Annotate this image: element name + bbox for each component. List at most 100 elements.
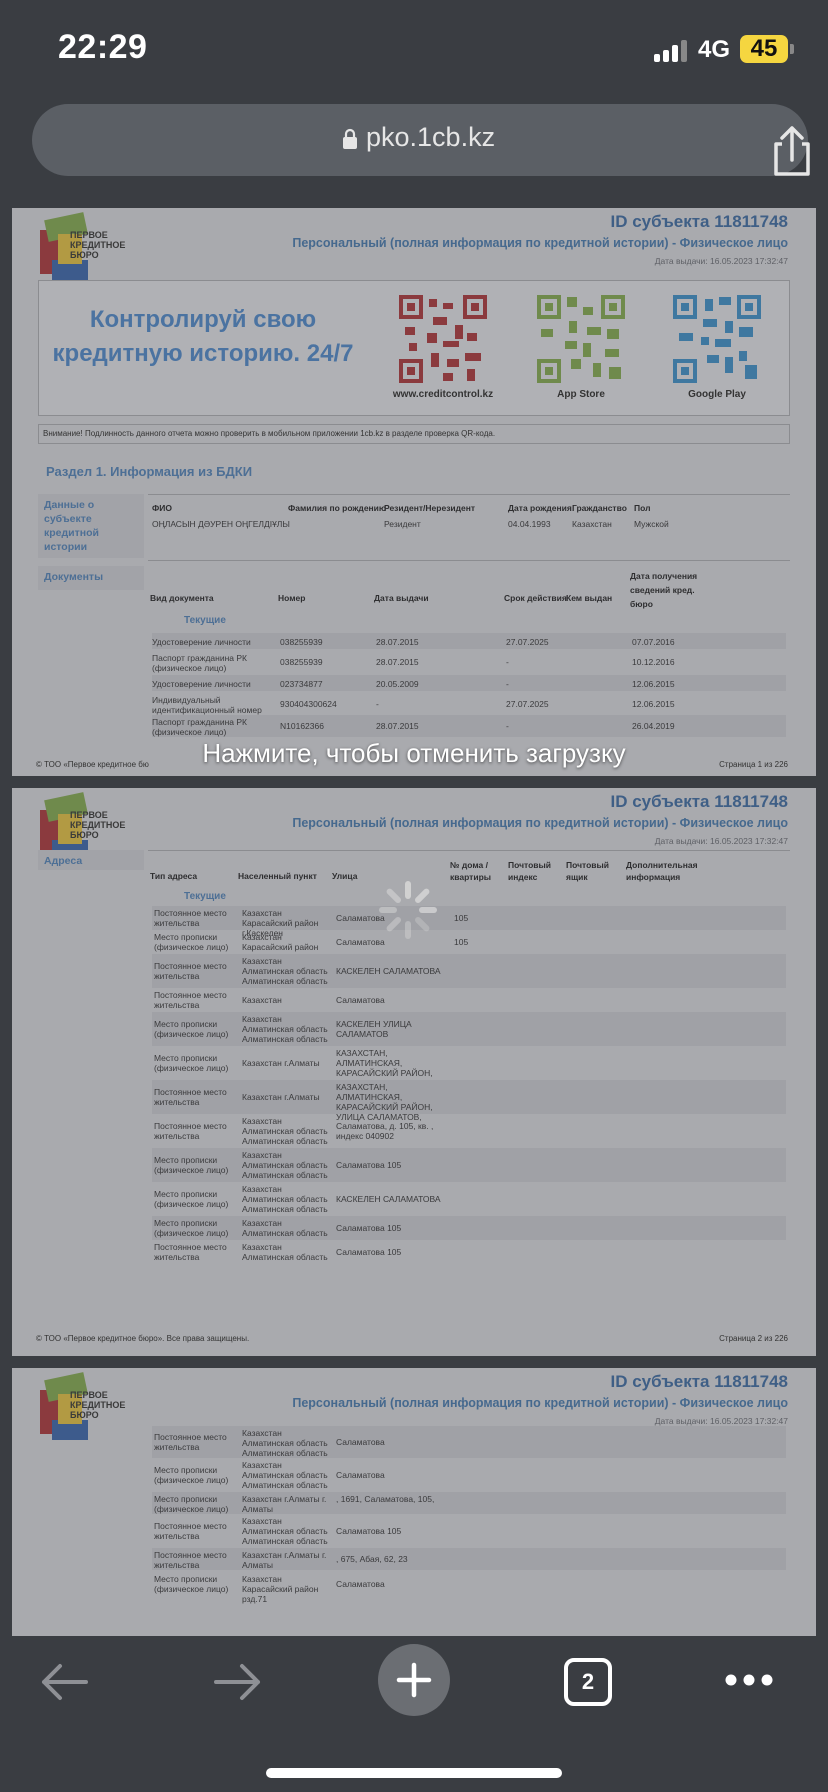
url-text[interactable]: pko.1cb.kz — [366, 122, 495, 153]
doc-number: 023734877 — [280, 679, 323, 689]
address-locality: Казахстан г.Алматы г. Алматы — [242, 1550, 327, 1570]
more-icon[interactable] — [724, 1672, 774, 1688]
subject-id-heading: ID субъекта 11811748 — [610, 792, 788, 811]
address-locality: Казахстан Алматинская область Алматинска… — [242, 1460, 328, 1490]
signal-icon — [654, 40, 688, 62]
subject-birthdate: 04.04.1993 — [508, 519, 551, 529]
address-type: Постоянное место жительства — [154, 1521, 227, 1541]
doc-expiry: - — [506, 679, 509, 689]
lock-icon — [343, 128, 357, 149]
col-header: Почтовый ящик — [566, 860, 609, 882]
address-locality: Казахстан Алматинская область Алматинска… — [242, 1116, 328, 1146]
table-row: Место прописки (физическое лицо) Казахста… — [152, 1148, 786, 1182]
address-house: 105 — [454, 937, 469, 947]
col-header: Улица — [332, 871, 358, 881]
doc-type: Паспорт гражданина РК (физическое лицо) — [152, 717, 247, 737]
logo-text: ПЕРВОЕ КРЕДИТНОЕ БЮРО — [70, 810, 126, 840]
report-subtitle: Персональный (полная информация по креди… — [292, 816, 788, 830]
address-street: Саламатова — [336, 995, 385, 1005]
doc-received: 10.12.2016 — [632, 657, 675, 667]
new-tab-button[interactable] — [378, 1644, 450, 1716]
col-header: Дополнительная информация — [626, 860, 698, 882]
table-row: Место прописки (физическое лицо) Казахста… — [152, 1492, 786, 1514]
address-type: Место прописки (физическое лицо) — [154, 1494, 229, 1514]
share-icon[interactable] — [760, 120, 824, 184]
table-row: Место прописки (физическое лицо) Казахста… — [152, 1216, 786, 1240]
subject-id-heading: ID субъекта 11811748 — [610, 1372, 788, 1391]
address-bar[interactable]: pko.1cb.kz — [32, 104, 810, 176]
report-subtitle: Персональный (полная информация по креди… — [292, 1396, 788, 1410]
address-locality: Казахстан Алматинская область Алматинска… — [242, 1516, 328, 1546]
doc-number: 930404300624 — [280, 699, 337, 709]
documents-label: Документы — [38, 566, 144, 590]
doc-number: 038255939 — [280, 657, 323, 667]
table-row: Место прописки (физическое лицо) Казахста… — [152, 1046, 786, 1088]
address-street: Саламатова 105 — [336, 1247, 402, 1257]
home-indicator — [266, 1768, 562, 1778]
authenticity-notice: Внимание! Подлинность данного отчета мож… — [38, 424, 790, 444]
table-row: Постоянное место жительства Казахстан Алм… — [152, 954, 786, 988]
section-title: Раздел 1. Информация из БДКИ — [46, 464, 253, 479]
table-row: Постоянное место жительства Казахстан Кар… — [152, 906, 786, 938]
promo-banner: Контролируй свою кредитную историю. 24/7 — [38, 280, 790, 416]
status-time: 22:29 — [58, 28, 148, 66]
address-locality: Казахстан Алматинская область Алматинска… — [242, 1150, 328, 1180]
col-header: Кем выдан — [566, 593, 613, 603]
address-type: Постоянное место жительства — [154, 990, 227, 1010]
logo-text: ПЕРВОЕ КРЕДИТНОЕ БЮРО — [70, 230, 126, 260]
address-type: Постоянное место жительства — [154, 1087, 227, 1107]
report-page-3: ПЕРВОЕ КРЕДИТНОЕ БЮРО ID субъекта 11811748… — [12, 1368, 816, 1636]
col-header: Тип адреса — [150, 871, 198, 881]
col-header: № дома /квартиры — [450, 860, 492, 882]
doc-received: 12.06.2015 — [632, 679, 675, 689]
doc-received: 12.06.2015 — [632, 699, 675, 709]
address-street: Саламатова, д. 105, кв. , индекс 040902 — [336, 1121, 434, 1141]
address-locality: Казахстан г.Алматы — [242, 1092, 320, 1102]
address-type: Место прописки (физическое лицо) — [154, 1218, 229, 1238]
table-row: Постоянное место жительства Казахстан г.А… — [152, 1548, 786, 1570]
doc-issue-date: - — [376, 699, 379, 709]
loading-spinner-icon — [379, 881, 437, 939]
doc-received: 26.04.2019 — [632, 721, 675, 731]
table-row: Постоянное место жительства Казахстан Алм… — [152, 1240, 786, 1264]
qr-caption-website: www.creditcontrol.kz — [392, 389, 494, 400]
doc-number: N10162366 — [280, 721, 324, 731]
col-header: Фамилия по рождению — [288, 503, 387, 513]
logo-text: ПЕРВОЕ КРЕДИТНОЕ БЮРО — [70, 1390, 126, 1420]
address-street: , 1691, Саламатова, 105, — [336, 1494, 435, 1504]
address-type: Место прописки (физическое лицо) — [154, 1155, 229, 1175]
doc-issue-date: 20.05.2009 — [376, 679, 419, 689]
address-type: Постоянное место жительства — [154, 1432, 227, 1452]
table-row: Постоянное место жительства Казахстан Алм… — [152, 1114, 786, 1148]
battery-icon: 45 — [740, 35, 788, 63]
table-row: Место прописки (физическое лицо) Казахста… — [152, 1182, 786, 1216]
address-locality: Казахстан Алматинская область Алматинска… — [242, 1184, 328, 1214]
cancel-loading-hint[interactable]: Нажмите, чтобы отменить загрузку — [0, 738, 828, 769]
qr-code-website-icon — [397, 293, 489, 385]
report-page-1: ПЕРВОЕ КРЕДИТНОЕ БЮРО ID субъекта 11811748… — [12, 208, 816, 776]
address-street: Саламатова 105 — [336, 1223, 402, 1233]
browser-toolbar: 2 — [0, 1636, 828, 1792]
network-type: 4G — [698, 36, 731, 63]
forward-arrow-icon[interactable] — [210, 1658, 266, 1706]
back-arrow-icon[interactable] — [36, 1658, 92, 1706]
doc-expiry: - — [506, 721, 509, 731]
address-locality: Казахстан г.Алматы — [242, 1058, 320, 1068]
subject-residency: Резидент — [384, 519, 421, 529]
table-row: Постоянное место жительства Казахстан г.А… — [152, 1080, 786, 1122]
qr-caption-googleplay: Google Play — [688, 389, 746, 400]
address-type: Постоянное место жительства — [154, 1550, 227, 1570]
address-street: Саламатова — [336, 1437, 385, 1447]
doc-received: 07.07.2016 — [632, 637, 675, 647]
doc-type: Удостоверение личности — [152, 679, 251, 689]
col-header: Населенный пункт — [238, 871, 317, 881]
table-row: Место прописки (физическое лицо) Казахста… — [152, 1012, 786, 1046]
browser-screen: 22:29 4G 45 pko.1cb.kz ПЕРВОЕ КРЕДИТНОЕ … — [0, 0, 828, 1792]
address-type: Место прописки (физическое лицо) — [154, 1053, 229, 1073]
issue-date: Дата выдачи: 16.05.2023 17:32:47 — [654, 256, 788, 266]
doc-expiry: - — [506, 657, 509, 667]
tabs-button[interactable]: 2 — [564, 1658, 612, 1706]
document-viewer[interactable]: ПЕРВОЕ КРЕДИТНОЕ БЮРО ID субъекта 11811748… — [0, 196, 828, 1636]
address-locality: Казахстан г.Алматы г. Алматы — [242, 1494, 327, 1514]
doc-issue-date: 28.07.2015 — [376, 721, 419, 731]
